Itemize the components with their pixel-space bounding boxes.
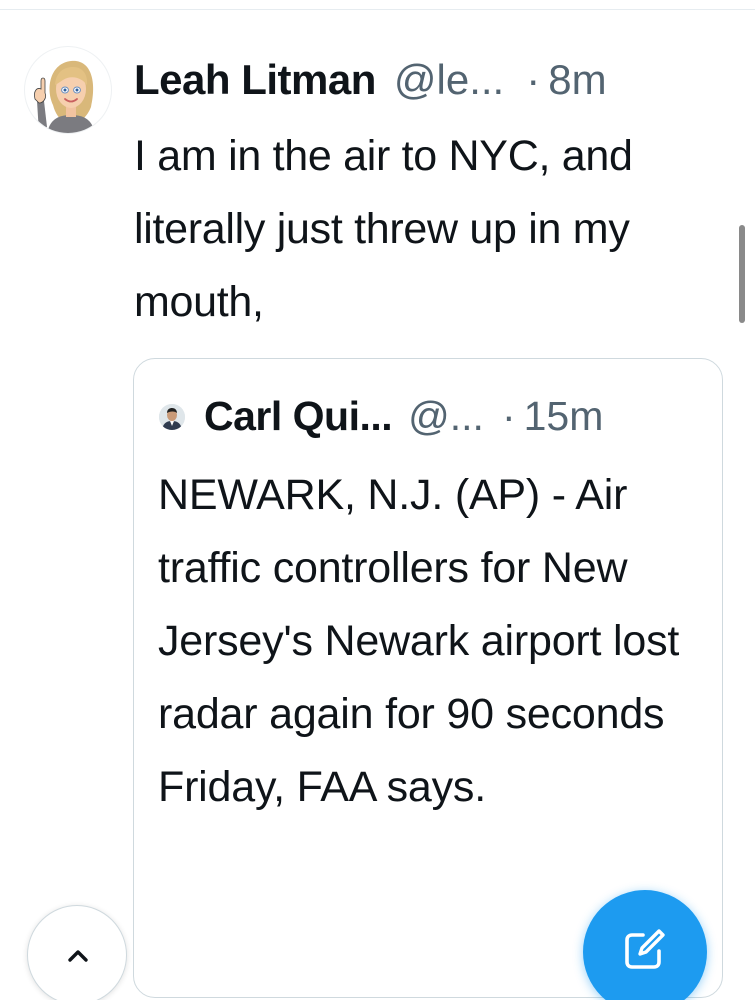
quoted-header: Carl Qui... @... · 15m bbox=[204, 384, 603, 448]
compose-icon bbox=[625, 929, 665, 969]
separator: · bbox=[526, 56, 541, 103]
tweet-header: Leah Litman @le... · 8m bbox=[134, 48, 734, 112]
scroll-to-top-button[interactable] bbox=[27, 905, 127, 1000]
quoted-author-handle[interactable]: @... bbox=[408, 384, 484, 448]
quoted-separator: · bbox=[501, 393, 516, 439]
tweet[interactable]: Leah Litman @le... · 8m I am in the air … bbox=[0, 10, 755, 1000]
tweet-text: I am in the air to NYC, and literally ju… bbox=[134, 132, 633, 326]
quoted-avatar[interactable] bbox=[159, 404, 185, 430]
quoted-tweet-text: NEWARK, N.J. (AP) - Air traffic controll… bbox=[158, 471, 680, 811]
avatar[interactable] bbox=[24, 46, 112, 134]
author-handle[interactable]: @le... bbox=[394, 48, 504, 112]
timestamp[interactable]: 8m bbox=[548, 48, 606, 112]
author-name[interactable]: Leah Litman bbox=[134, 48, 376, 112]
timeline-page: Leah Litman @le... · 8m I am in the air … bbox=[0, 0, 755, 1000]
quoted-author-name[interactable]: Carl Qui... bbox=[204, 384, 393, 448]
quoted-timestamp[interactable]: 15m bbox=[524, 384, 604, 448]
chevron-up-icon bbox=[68, 950, 88, 962]
profile-photo-icon bbox=[159, 404, 185, 430]
scrollbar[interactable] bbox=[739, 225, 745, 323]
bitmoji-avatar-icon bbox=[34, 60, 95, 133]
